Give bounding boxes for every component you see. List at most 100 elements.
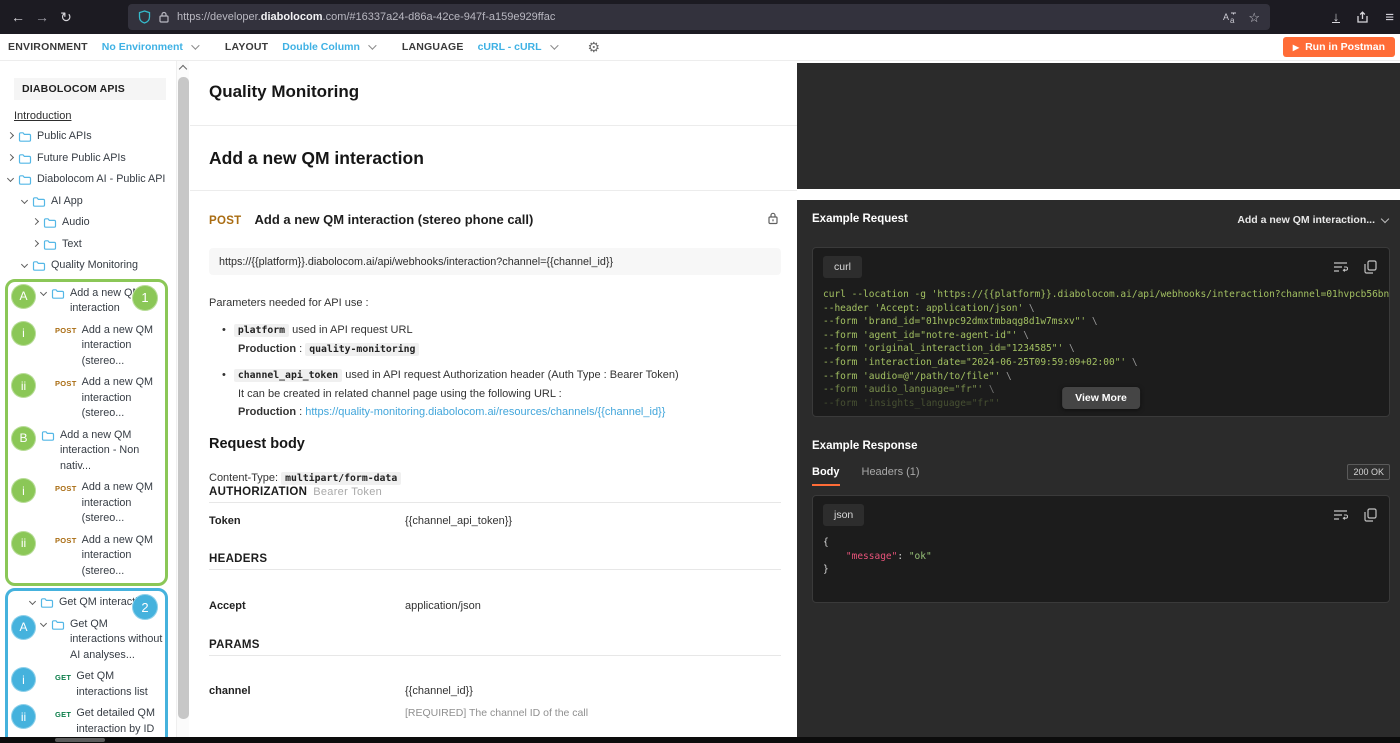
json-code[interactable]: { "message": "ok"} — [813, 528, 1389, 585]
chevron-down-icon[interactable] — [39, 288, 51, 296]
back-icon[interactable]: ← — [6, 9, 30, 25]
param-channel-value: {{channel_id}} — [405, 685, 473, 697]
example-panel-empty — [797, 63, 1400, 189]
chevron-down-icon[interactable] — [368, 41, 377, 50]
copy-icon[interactable] — [1364, 508, 1377, 522]
page-title: Quality Monitoring — [209, 82, 360, 101]
chevron-down-icon[interactable] — [28, 597, 40, 606]
environment-select[interactable]: No Environment — [102, 41, 183, 53]
url-bar[interactable]: https://developer.diabolocom.com/#16337a… — [128, 4, 1270, 30]
reload-icon[interactable]: ↻ — [54, 9, 78, 26]
sidebar-item[interactable]: AI App — [0, 191, 174, 213]
example-request-title: Example Request — [812, 213, 908, 225]
translate-icon[interactable]: Aa — [1223, 11, 1238, 24]
inline-code: multipart/form-data — [281, 472, 402, 485]
chevron-down-icon[interactable] — [20, 196, 32, 204]
code-line: { — [823, 537, 829, 548]
param-channel-label: channel — [209, 685, 251, 697]
layout-select[interactable]: Double Column — [282, 41, 360, 53]
export-icon[interactable] — [1356, 10, 1369, 24]
chevron-right-icon[interactable] — [6, 153, 18, 161]
annotation-letter-badge: i — [11, 320, 36, 346]
sidebar-item[interactable]: Audio — [0, 212, 174, 234]
bookmark-star-icon[interactable]: ☆ — [1248, 11, 1260, 24]
example-request-selector[interactable]: Add a new QM interaction... — [1237, 214, 1390, 226]
gear-icon[interactable]: ⚙ — [588, 39, 601, 56]
sidebar-item[interactable]: Quality Monitoring — [0, 255, 174, 277]
sidebar-item[interactable]: ii GET Get detailed QM interaction by ID — [8, 703, 165, 737]
chevron-down-icon[interactable] — [191, 41, 200, 50]
sidebar-item[interactable]: ii POST Add a new QM interaction (stereo..… — [8, 530, 165, 583]
params-heading: PARAMS — [209, 639, 260, 651]
language-chip: json — [823, 504, 865, 526]
tab-body[interactable]: Body — [812, 466, 840, 486]
bullet-channel-api-token: • channel_api_token used in API request A… — [222, 369, 679, 418]
annotation-group-green: 1 A Add a new QM interaction i POST Add a new… — [5, 278, 168, 586]
example-column: Example Request Add a new QM interaction… — [797, 61, 1400, 737]
folder-icon — [40, 597, 55, 609]
sidebar-item-label: Get detailed QM interaction by ID — [76, 707, 155, 735]
forward-icon[interactable]: → — [30, 9, 54, 25]
sidebar-item[interactable]: Future Public APIs — [0, 148, 174, 170]
sidebar-item[interactable]: i POST Add a new QM interaction (stereo... — [8, 477, 165, 530]
menu-icon[interactable]: ≡ — [1385, 10, 1394, 25]
environment-label: ENVIRONMENT — [8, 41, 88, 53]
tab-headers[interactable]: Headers (1) — [862, 466, 920, 486]
endpoint-title: Add a new QM interaction (stereo phone c… — [254, 212, 534, 227]
wrap-text-icon[interactable] — [1333, 509, 1348, 521]
language-select[interactable]: cURL - cURL — [478, 41, 542, 53]
annotation-group-blue: 2 Get QM interactions A Get QM interactions… — [5, 588, 168, 737]
annotation-letter-badge: ii — [11, 530, 36, 556]
chevron-right-icon[interactable] — [31, 217, 43, 226]
svg-text:a: a — [1230, 16, 1235, 24]
annotation-letter-badge: ii — [11, 373, 36, 398]
sidebar-item[interactable]: Public APIs — [0, 126, 174, 148]
annotation-letter-badge: ii — [11, 704, 36, 729]
scrollbar-thumb[interactable] — [55, 738, 105, 742]
downloads-icon[interactable]: ↓ — [1331, 10, 1341, 23]
horizontal-scrollbar[interactable] — [0, 737, 1400, 743]
sidebar-item[interactable]: ii POST Add a new QM interaction (stereo..… — [8, 372, 165, 425]
chevron-up-icon[interactable] — [178, 64, 188, 74]
scrollbar-thumb[interactable] — [178, 77, 189, 719]
sidebar-item[interactable]: Diabolocom AI - Public API — [0, 169, 174, 191]
sidebar-item[interactable]: i GET Get QM interactions list — [8, 666, 165, 703]
sidebar-item[interactable]: i POST Add a new QM interaction (stereo... — [8, 320, 165, 373]
lock-icon[interactable] — [159, 11, 169, 23]
example-response-title: Example Response — [812, 440, 918, 452]
language-chip: curl — [823, 256, 862, 278]
method-badge: POST — [55, 483, 77, 493]
code-line: --form 'brand_id="01hvpc92dmxtmbaqg8d1w7… — [823, 316, 1098, 328]
sidebar-item-label: Add a new QM interaction (stereo... — [81, 376, 154, 419]
code-line: --header 'Accept: application/json' \ — [823, 302, 1035, 314]
json-code-block: json { "message": "ok"} — [812, 495, 1390, 603]
folder-icon — [41, 430, 56, 442]
sidebar-item[interactable]: B Add a new QM interaction - Non nativ... — [8, 425, 165, 478]
sidebar-item-introduction[interactable]: Introduction — [14, 110, 71, 122]
chevron-down-icon[interactable] — [39, 619, 51, 627]
authorization-heading: AUTHORIZATION Bearer Token — [209, 486, 383, 498]
shield-icon[interactable] — [138, 10, 151, 24]
svg-text:A: A — [1223, 12, 1229, 22]
sidebar-scrollbar[interactable] — [176, 61, 189, 737]
copy-icon[interactable] — [1364, 260, 1377, 274]
sidebar-item[interactable]: A Get QM interactions without AI analyses… — [8, 614, 165, 667]
chevron-right-icon[interactable] — [6, 131, 18, 140]
run-in-postman-button[interactable]: ▶ Run in Postman — [1282, 37, 1395, 57]
chevron-down-icon[interactable] — [549, 41, 559, 50]
sidebar-item[interactable]: Text — [0, 234, 174, 256]
divider — [209, 569, 781, 570]
chevron-down-icon[interactable] — [20, 260, 32, 269]
wrap-text-icon[interactable] — [1333, 261, 1348, 273]
annotation-letter-badge: i — [11, 667, 36, 692]
view-more-button[interactable]: View More — [1062, 387, 1140, 409]
url-text[interactable]: https://developer.diabolocom.com/#16337a… — [177, 11, 1223, 23]
chevron-right-icon[interactable] — [31, 239, 43, 247]
chevron-down-icon[interactable] — [6, 174, 18, 183]
example-panel: Example Request Add a new QM interaction… — [797, 200, 1400, 737]
endpoint-url[interactable]: https://{{platform}}.diabolocom.ai/api/w… — [209, 248, 781, 275]
sidebar-item-label: Add a new QM interaction (stereo... — [81, 323, 154, 367]
annotation-letter-badge: A — [11, 614, 36, 640]
channel-url-link[interactable]: https://quality-monitoring.diabolocom.ai… — [305, 406, 665, 418]
sidebar-item-label: AI App — [51, 194, 83, 207]
